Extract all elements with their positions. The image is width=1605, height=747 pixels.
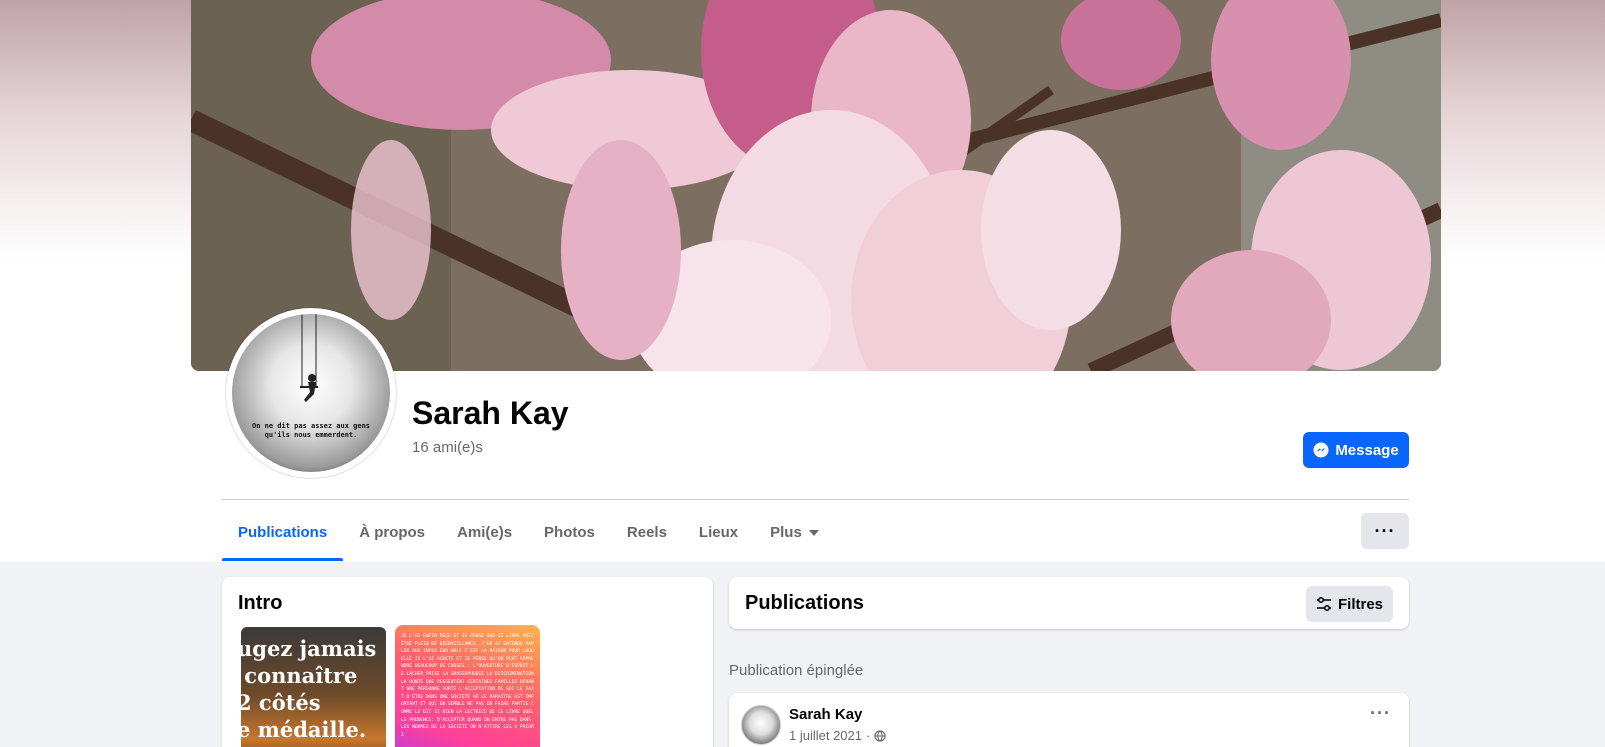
tab-places[interactable]: Lieux	[683, 504, 754, 561]
header-divider	[222, 499, 1409, 500]
caret-down-icon	[808, 529, 819, 536]
featured-photo-1-text: ugez jamais connaître 2 côtés e médaille…	[241, 636, 377, 742]
tab-friends[interactable]: Ami(e)s	[441, 504, 528, 561]
post-author-avatar[interactable]	[741, 705, 781, 745]
tab-label: Reels	[626, 524, 667, 541]
post-meta: 1 juillet 2021 ·	[789, 728, 886, 743]
profile-picture[interactable]: On ne dit pas assez aux gens qu'ils nous…	[226, 308, 396, 478]
featured-photo-2[interactable]: Je l'ai enfin reçu et je pense que ce li…	[395, 625, 540, 747]
sliders-icon	[1316, 596, 1331, 612]
post-options-button[interactable]: ···	[1370, 703, 1391, 724]
publications-header-card: Publications Filtres	[729, 577, 1409, 629]
tab-publications[interactable]: Publications	[222, 504, 344, 561]
filters-button[interactable]: Filtres	[1306, 586, 1393, 622]
tab-about[interactable]: À propos	[343, 504, 441, 561]
tab-label: Plus	[770, 524, 802, 541]
tab-label: À propos	[359, 524, 426, 541]
intro-title: Intro	[238, 592, 283, 614]
profile-picture-quote: On ne dit pas assez aux gens qu'ils nous…	[252, 422, 371, 439]
meta-separator: ·	[866, 728, 871, 743]
post-author-name[interactable]: Sarah Kay	[789, 706, 862, 723]
message-button[interactable]: Message	[1303, 432, 1409, 468]
post-card: Sarah Kay 1 juillet 2021 · ···	[729, 693, 1409, 747]
more-options-button[interactable]: ···	[1361, 513, 1409, 549]
intro-card: Intro ugez jamais connaître 2 côtés e mé…	[222, 577, 713, 747]
message-button-label: Message	[1335, 441, 1399, 459]
profile-name: Sarah Kay	[412, 395, 569, 431]
tab-label: Lieux	[698, 524, 739, 541]
tab-label: Photos	[544, 524, 595, 541]
filters-button-label: Filtres	[1337, 595, 1383, 613]
tab-reels[interactable]: Reels	[611, 504, 683, 561]
publications-title: Publications	[745, 592, 864, 614]
profile-header: On ne dit pas assez aux gens qu'ils nous…	[0, 0, 1605, 562]
globe-icon	[874, 729, 886, 742]
pinned-post-label: Publication épinglée	[729, 662, 864, 679]
messenger-icon	[1313, 442, 1329, 458]
post-date[interactable]: 1 juillet 2021	[789, 728, 862, 743]
tab-more[interactable]: Plus	[754, 504, 835, 561]
profile-tabs: Publications À propos Ami(e)s Photos Ree…	[222, 504, 835, 561]
tab-label: Publications	[238, 524, 328, 541]
tab-photos[interactable]: Photos	[528, 504, 611, 561]
profile-picture-image: On ne dit pas assez aux gens qu'ils nous…	[232, 314, 390, 472]
friends-count[interactable]: 16 ami(e)s	[412, 439, 483, 456]
featured-photo-1[interactable]: ugez jamais connaître 2 côtés e médaille…	[241, 627, 386, 747]
tab-label: Ami(e)s	[457, 524, 513, 541]
swing-silhouette-icon	[300, 314, 318, 402]
featured-photo-2-text: Je l'ai enfin reçu et je pense que ce li…	[401, 634, 534, 738]
